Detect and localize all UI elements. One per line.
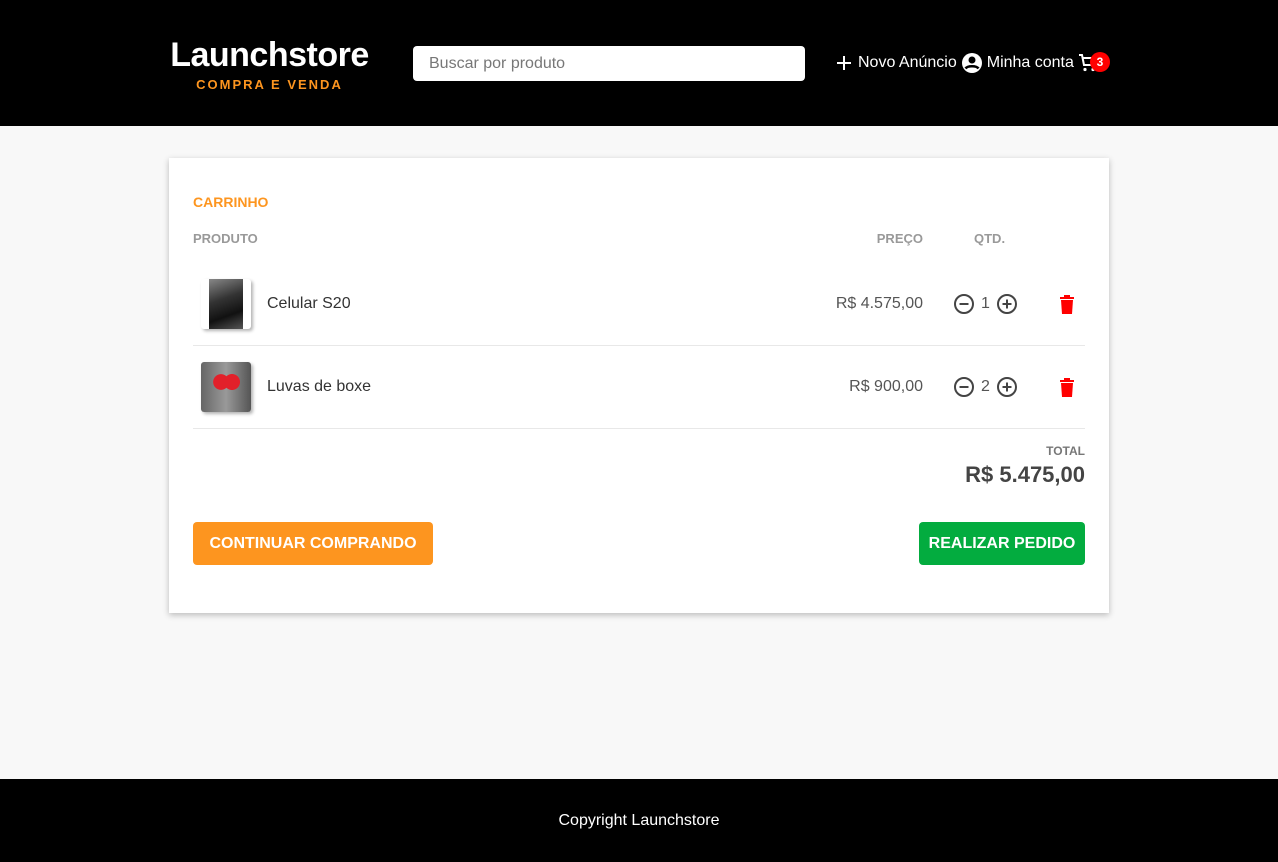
col-price: PREÇO bbox=[876, 231, 923, 246]
logo[interactable]: Launchstore COMPRA E VENDA bbox=[169, 36, 370, 92]
account-circle-icon bbox=[961, 53, 982, 73]
trash-icon[interactable] bbox=[1059, 377, 1075, 397]
cart-card: CARRINHO PRODUTO PREÇO QTD. Celular S20 … bbox=[169, 158, 1109, 613]
site-header: Launchstore COMPRA E VENDA Novo Anúncio … bbox=[0, 0, 1278, 126]
minus-circle-icon[interactable] bbox=[953, 376, 975, 398]
cart-count-badge: 3 bbox=[1089, 52, 1110, 72]
product-image[interactable] bbox=[201, 362, 251, 412]
cart-item: Celular S20 R$ 4.575,00 1 bbox=[193, 263, 1085, 346]
place-order-button[interactable]: REALIZAR PEDIDO bbox=[919, 522, 1085, 565]
plus-icon bbox=[837, 56, 851, 70]
total-value: R$ 5.475,00 bbox=[965, 462, 1085, 487]
account-label: Minha conta bbox=[986, 54, 1074, 71]
product-name[interactable]: Celular S20 bbox=[267, 295, 351, 313]
minus-circle-icon[interactable] bbox=[953, 293, 975, 315]
logo-subtitle: COMPRA E VENDA bbox=[196, 77, 343, 92]
cart-title: CARRINHO bbox=[193, 194, 269, 210]
new-ad-label: Novo Anúncio bbox=[858, 54, 957, 71]
col-qty: QTD. bbox=[974, 231, 1006, 246]
cart-total: TOTAL R$ 5.475,00 bbox=[965, 444, 1085, 488]
cart-table-header: PRODUTO PREÇO QTD. bbox=[193, 231, 1085, 247]
cart-button[interactable]: 3 bbox=[1078, 52, 1110, 73]
plus-circle-icon[interactable] bbox=[996, 293, 1018, 315]
logo-title: Launchstore bbox=[170, 36, 369, 74]
product-image[interactable] bbox=[201, 279, 251, 329]
site-footer: Copyright Launchstore bbox=[0, 779, 1278, 862]
search-input[interactable] bbox=[413, 46, 805, 81]
quantity-value: 1 bbox=[981, 295, 990, 312]
cart-item: Luvas de boxe R$ 900,00 2 bbox=[193, 346, 1085, 429]
trash-icon[interactable] bbox=[1059, 294, 1075, 314]
account-link[interactable]: Minha conta bbox=[961, 52, 1074, 74]
product-name[interactable]: Luvas de boxe bbox=[267, 378, 371, 396]
quantity-value: 2 bbox=[981, 378, 990, 395]
continue-shopping-button[interactable]: CONTINUAR COMPRANDO bbox=[193, 522, 433, 565]
total-label: TOTAL bbox=[1046, 444, 1085, 458]
new-ad-link[interactable]: Novo Anúncio bbox=[834, 53, 957, 73]
plus-circle-icon[interactable] bbox=[996, 376, 1018, 398]
col-product: PRODUTO bbox=[193, 231, 258, 246]
product-price: R$ 4.575,00 bbox=[835, 295, 923, 312]
product-price: R$ 900,00 bbox=[849, 378, 923, 395]
copyright-text: Copyright Launchstore bbox=[558, 811, 720, 829]
